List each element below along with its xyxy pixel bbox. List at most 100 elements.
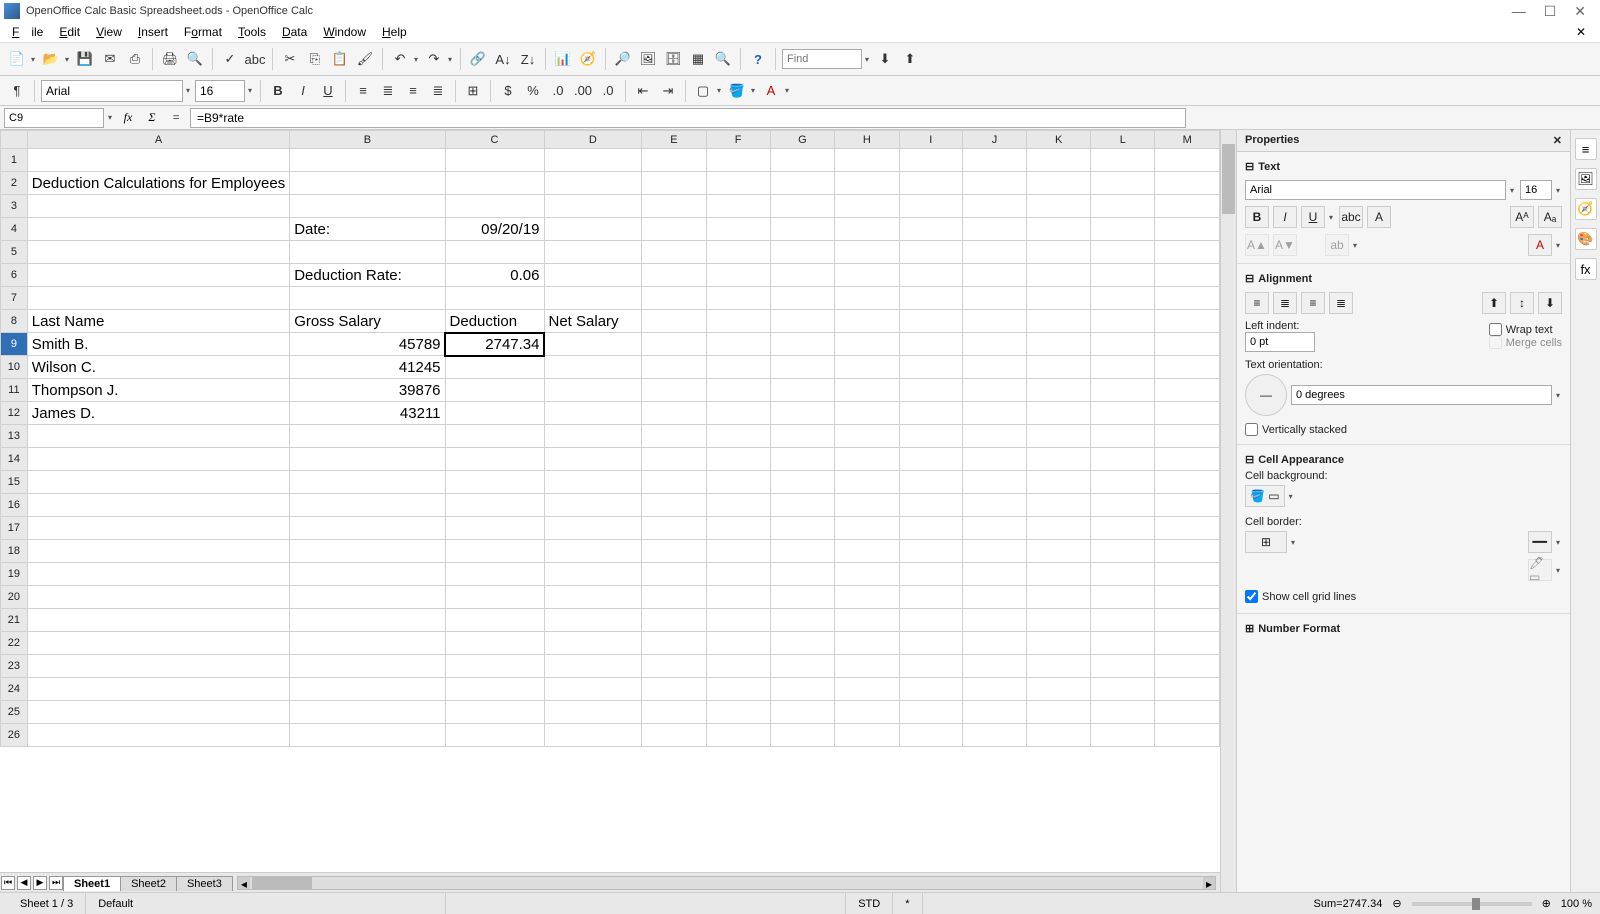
cell-H17[interactable] bbox=[835, 517, 899, 540]
document-close-icon[interactable]: ✕ bbox=[1570, 24, 1592, 40]
col-header-F[interactable]: F bbox=[706, 131, 770, 149]
cell-L11[interactable] bbox=[1091, 379, 1155, 402]
cell-K4[interactable] bbox=[1026, 218, 1090, 241]
cell-E20[interactable] bbox=[642, 586, 706, 609]
cell-H5[interactable] bbox=[835, 241, 899, 264]
row-header-24[interactable]: 24 bbox=[1, 678, 28, 701]
equals-icon[interactable]: = bbox=[166, 108, 186, 128]
cell-L26[interactable] bbox=[1091, 724, 1155, 747]
cell-M22[interactable] bbox=[1155, 632, 1220, 655]
cell-A9[interactable]: Smith B. bbox=[27, 333, 289, 356]
function-wizard-icon[interactable]: fx bbox=[118, 108, 138, 128]
cell-J17[interactable] bbox=[963, 517, 1027, 540]
border-color-button[interactable]: 🖊 ▭ bbox=[1528, 559, 1552, 581]
tab-next-icon[interactable]: ▶ bbox=[33, 876, 47, 890]
spellcheck-icon[interactable]: ✓ bbox=[219, 48, 241, 70]
show-gridlines-checkbox[interactable] bbox=[1245, 590, 1258, 603]
cell-D1[interactable] bbox=[544, 149, 642, 172]
cell-E2[interactable] bbox=[642, 172, 706, 195]
col-header-G[interactable]: G bbox=[770, 131, 834, 149]
cell-H8[interactable] bbox=[835, 310, 899, 333]
cell-B18[interactable] bbox=[290, 540, 445, 563]
cell-A8[interactable]: Last Name bbox=[27, 310, 289, 333]
menu-tools[interactable]: Tools bbox=[232, 24, 272, 40]
cell-A10[interactable]: Wilson C. bbox=[27, 356, 289, 379]
col-header-J[interactable]: J bbox=[963, 131, 1027, 149]
cell-J23[interactable] bbox=[963, 655, 1027, 678]
open-icon[interactable]: 📂 bbox=[40, 48, 62, 70]
cell-J18[interactable] bbox=[963, 540, 1027, 563]
menu-insert[interactable]: Insert bbox=[132, 24, 174, 40]
cell-F15[interactable] bbox=[706, 471, 770, 494]
panel-highlight-icon[interactable]: ab bbox=[1325, 234, 1349, 256]
cell-M12[interactable] bbox=[1155, 402, 1220, 425]
borders-icon[interactable]: ▢ bbox=[692, 80, 714, 102]
sidebar-navigator-icon[interactable]: 🧭 bbox=[1575, 198, 1597, 220]
cell-L3[interactable] bbox=[1091, 195, 1155, 218]
cell-C22[interactable] bbox=[445, 632, 544, 655]
panel-shadow-icon[interactable]: A bbox=[1367, 206, 1391, 228]
zoom-out-icon[interactable]: ⊖ bbox=[1392, 897, 1401, 910]
sort-asc-icon[interactable]: A↓ bbox=[492, 48, 514, 70]
cell-J2[interactable] bbox=[963, 172, 1027, 195]
cell-K16[interactable] bbox=[1026, 494, 1090, 517]
row-header-15[interactable]: 15 bbox=[1, 471, 28, 494]
inc-indent-icon[interactable]: ⇥ bbox=[657, 80, 679, 102]
cell-B11[interactable]: 39876 bbox=[290, 379, 445, 402]
row-header-13[interactable]: 13 bbox=[1, 425, 28, 448]
cell-K22[interactable] bbox=[1026, 632, 1090, 655]
cell-D13[interactable] bbox=[544, 425, 642, 448]
cell-A2[interactable]: Deduction Calculations for Employees bbox=[27, 172, 289, 195]
find-next-icon[interactable]: ⬇ bbox=[874, 48, 896, 70]
cell-A15[interactable] bbox=[27, 471, 289, 494]
cell-I6[interactable] bbox=[899, 264, 962, 287]
percent-icon[interactable]: % bbox=[522, 80, 544, 102]
cell-G11[interactable] bbox=[770, 379, 834, 402]
cell-K17[interactable] bbox=[1026, 517, 1090, 540]
cell-I4[interactable] bbox=[899, 218, 962, 241]
cell-F13[interactable] bbox=[706, 425, 770, 448]
cell-C14[interactable] bbox=[445, 448, 544, 471]
cell-K9[interactable] bbox=[1026, 333, 1090, 356]
cell-K7[interactable] bbox=[1026, 287, 1090, 310]
cell-E13[interactable] bbox=[642, 425, 706, 448]
cell-F19[interactable] bbox=[706, 563, 770, 586]
cell-L24[interactable] bbox=[1091, 678, 1155, 701]
cell-M2[interactable] bbox=[1155, 172, 1220, 195]
cell-H4[interactable] bbox=[835, 218, 899, 241]
cell-M14[interactable] bbox=[1155, 448, 1220, 471]
cell-G8[interactable] bbox=[770, 310, 834, 333]
cell-J7[interactable] bbox=[963, 287, 1027, 310]
cell-M1[interactable] bbox=[1155, 149, 1220, 172]
cell-A11[interactable]: Thompson J. bbox=[27, 379, 289, 402]
cell-L23[interactable] bbox=[1091, 655, 1155, 678]
cell-L8[interactable] bbox=[1091, 310, 1155, 333]
cell-M13[interactable] bbox=[1155, 425, 1220, 448]
cell-I13[interactable] bbox=[899, 425, 962, 448]
del-decimal-icon[interactable]: .0 bbox=[597, 80, 619, 102]
gallery-icon[interactable]: 🖼 bbox=[637, 48, 659, 70]
cell-D6[interactable] bbox=[544, 264, 642, 287]
sheet-tab-sheet2[interactable]: Sheet2 bbox=[120, 876, 177, 891]
cell-K5[interactable] bbox=[1026, 241, 1090, 264]
cell-G1[interactable] bbox=[770, 149, 834, 172]
cell-E19[interactable] bbox=[642, 563, 706, 586]
cell-H18[interactable] bbox=[835, 540, 899, 563]
panel-bold-icon[interactable]: B bbox=[1245, 206, 1269, 228]
cell-F10[interactable] bbox=[706, 356, 770, 379]
cell-J16[interactable] bbox=[963, 494, 1027, 517]
merge-icon[interactable]: ⊞ bbox=[462, 80, 484, 102]
cell-H2[interactable] bbox=[835, 172, 899, 195]
cell-D3[interactable] bbox=[544, 195, 642, 218]
cell-A17[interactable] bbox=[27, 517, 289, 540]
cell-F16[interactable] bbox=[706, 494, 770, 517]
cell-B25[interactable] bbox=[290, 701, 445, 724]
cell-I8[interactable] bbox=[899, 310, 962, 333]
cell-A21[interactable] bbox=[27, 609, 289, 632]
cell-H19[interactable] bbox=[835, 563, 899, 586]
cell-K19[interactable] bbox=[1026, 563, 1090, 586]
cell-J26[interactable] bbox=[963, 724, 1027, 747]
cell-A20[interactable] bbox=[27, 586, 289, 609]
cell-M18[interactable] bbox=[1155, 540, 1220, 563]
cell-D15[interactable] bbox=[544, 471, 642, 494]
